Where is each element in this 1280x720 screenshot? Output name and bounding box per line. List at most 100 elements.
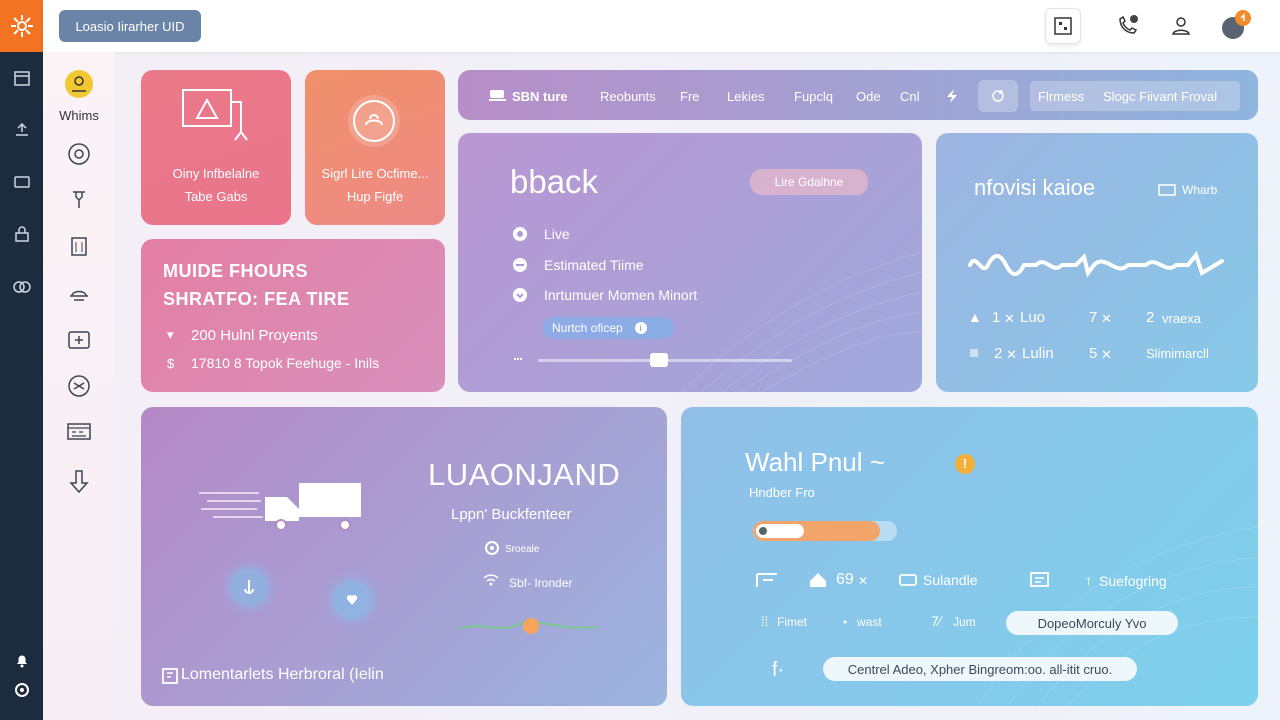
list-icon bbox=[756, 573, 777, 587]
card8-subtitle: Hndber Fro bbox=[749, 485, 815, 500]
up-triangle-icon: ▲ bbox=[968, 309, 982, 325]
card3-row2: 17810 8 Topok Feehuge - Inils bbox=[191, 355, 380, 371]
download-icon[interactable] bbox=[43, 466, 115, 498]
tag-icon bbox=[1158, 184, 1176, 196]
alert-icon[interactable]: ! bbox=[955, 454, 975, 474]
compass-icon[interactable] bbox=[43, 138, 115, 170]
toolbar-item-fupclq[interactable]: Fupclq bbox=[794, 89, 833, 104]
slider-handle[interactable] bbox=[650, 353, 668, 367]
card6-row1-value2: 2 bbox=[1146, 309, 1155, 326]
card5-chip[interactable]: Nurtch oficep i bbox=[542, 317, 674, 339]
grid-dots-icon: ⁞⁞ bbox=[761, 614, 769, 629]
up-arrow-icon: ↑ bbox=[1085, 572, 1092, 588]
card6-row2-x: ✕ bbox=[1006, 347, 1017, 362]
card7-meta2: Sbf- Ironder bbox=[509, 576, 573, 590]
calendar-icon[interactable] bbox=[0, 64, 43, 92]
card6-row2-note: Slimimarcll bbox=[1146, 346, 1209, 361]
toolbar-action-flrmess[interactable]: Flrmess bbox=[1038, 89, 1084, 104]
toolbar-item-reobunts[interactable]: Reobunts bbox=[600, 89, 656, 104]
dashboard-icon[interactable] bbox=[43, 416, 115, 448]
secondary-sidebar: Whims bbox=[43, 52, 115, 720]
card5-chip-label: Nurtch oficep bbox=[552, 321, 623, 335]
card5-item-estimated: Estimated Tiime bbox=[544, 257, 644, 273]
card-tabs[interactable]: Oiny Infbelalne Tabe Gabs bbox=[141, 70, 291, 225]
search-icon[interactable] bbox=[0, 274, 43, 302]
card8-tag-fimet[interactable]: Fimet bbox=[777, 615, 807, 629]
dot-icon: • bbox=[843, 615, 848, 629]
card8-stat-label: Sulandle bbox=[923, 572, 978, 588]
card1-line1: Oiny Infbelalne bbox=[172, 166, 260, 181]
card8-tag-jum[interactable]: Jum bbox=[953, 615, 976, 629]
building-icon[interactable] bbox=[43, 230, 115, 262]
social-icon[interactable]: f· bbox=[772, 659, 784, 682]
wave-pattern bbox=[681, 251, 922, 392]
workspace-button[interactable]: Loasio Iirarher UID bbox=[59, 10, 201, 42]
card2-line2: Hup Figfe bbox=[346, 189, 404, 204]
truck-icon bbox=[199, 483, 361, 531]
hat-icon[interactable] bbox=[43, 278, 115, 310]
card5-badge[interactable]: Lire Gdalhne bbox=[750, 169, 868, 195]
upload-icon[interactable] bbox=[0, 116, 43, 144]
card8-info[interactable]: Centrel Adeo, Xpher Bingreom:oo. all-iti… bbox=[823, 657, 1137, 681]
card6-row1-count: 1 bbox=[992, 309, 1001, 326]
card5-item-moment: Inrtumuer Momen Minort bbox=[544, 287, 698, 303]
route-icon[interactable] bbox=[43, 370, 115, 402]
phone-icon[interactable] bbox=[1109, 8, 1145, 44]
location-marker-2[interactable] bbox=[334, 582, 370, 618]
desk-icon bbox=[182, 89, 248, 141]
card6-row2-value: 5 bbox=[1089, 345, 1098, 362]
card-signal[interactable]: Sigrl Lire Ocfime... Hup Figfe bbox=[305, 70, 445, 225]
app-logo[interactable] bbox=[0, 0, 43, 52]
card7-title: LUAONJAND bbox=[428, 457, 621, 492]
card-status: Wahl Pnul ~ ! Hndber Fro 69 ✕ Sulandle ↑… bbox=[681, 407, 1258, 706]
card8-stat-trend: Suefogring bbox=[1099, 573, 1167, 589]
card8-pill[interactable]: DopeoMorculy Yvo bbox=[1006, 611, 1178, 635]
toolbar-item-fre[interactable]: Fre bbox=[680, 89, 700, 104]
card1-line2: Tabe Gabs bbox=[184, 189, 248, 204]
slider-start bbox=[514, 358, 522, 362]
toolbar-item-lekies[interactable]: Lekies bbox=[727, 89, 765, 104]
bell-icon[interactable] bbox=[0, 646, 43, 674]
toolbar-brand[interactable]: SBN ture bbox=[512, 89, 568, 104]
card6-row2-label: Lulin bbox=[1022, 345, 1054, 362]
card-stat-icon bbox=[899, 574, 917, 586]
card-icon[interactable] bbox=[0, 168, 43, 196]
card8-stat-count: 69 bbox=[836, 571, 854, 588]
refresh-button[interactable] bbox=[978, 80, 1018, 112]
qr-icon[interactable] bbox=[1045, 8, 1081, 44]
card8-title: Wahl Pnul ~ bbox=[745, 447, 885, 477]
card8-stat-x: ✕ bbox=[858, 574, 869, 588]
chat-icon bbox=[1030, 572, 1049, 587]
square-icon bbox=[970, 349, 978, 357]
lock-icon[interactable] bbox=[0, 220, 43, 248]
document-icon bbox=[162, 668, 178, 684]
card5-item-live: Live bbox=[544, 226, 570, 242]
card6-row1-x: ✕ bbox=[1004, 311, 1015, 326]
profile-badge[interactable] bbox=[43, 68, 115, 100]
signal-waveform bbox=[968, 250, 1224, 278]
progress-track bbox=[753, 521, 897, 541]
card3-title1: MUIDE FHOURS bbox=[163, 261, 308, 281]
avatar[interactable] bbox=[1217, 8, 1253, 44]
pin-icon bbox=[485, 541, 499, 555]
wifi-icon bbox=[483, 574, 499, 586]
card8-tag-wast[interactable]: wast bbox=[857, 615, 882, 629]
heart-icon bbox=[513, 288, 527, 302]
settings-icon[interactable] bbox=[0, 676, 43, 704]
toolbar-action-approval[interactable]: Slogc Fiivant Froval bbox=[1103, 89, 1217, 104]
profile-label: Whims bbox=[59, 108, 99, 123]
location-marker-1[interactable] bbox=[231, 569, 267, 605]
bolt-icon bbox=[947, 89, 957, 103]
card6-row2-x2: ✕ bbox=[1101, 347, 1112, 362]
toolbar-item-ode[interactable]: Ode bbox=[856, 89, 881, 104]
add-box-icon[interactable] bbox=[43, 324, 115, 356]
brand-icon bbox=[489, 90, 506, 101]
card3-title2: SHRATFO: FEA TIRE bbox=[163, 289, 350, 309]
user-icon[interactable] bbox=[1163, 8, 1199, 44]
card7-meta1: Sroeale bbox=[505, 544, 540, 555]
flask-icon[interactable] bbox=[43, 184, 115, 216]
card-hours[interactable]: MUIDE FHOURS SHRATFO: FEA TIRE ▾ 200 Hul… bbox=[141, 239, 445, 392]
card6-tag: Wharb bbox=[1182, 183, 1218, 197]
toolbar-item-cnl[interactable]: Cnl bbox=[900, 89, 920, 104]
card3-currency: $ bbox=[167, 356, 175, 371]
